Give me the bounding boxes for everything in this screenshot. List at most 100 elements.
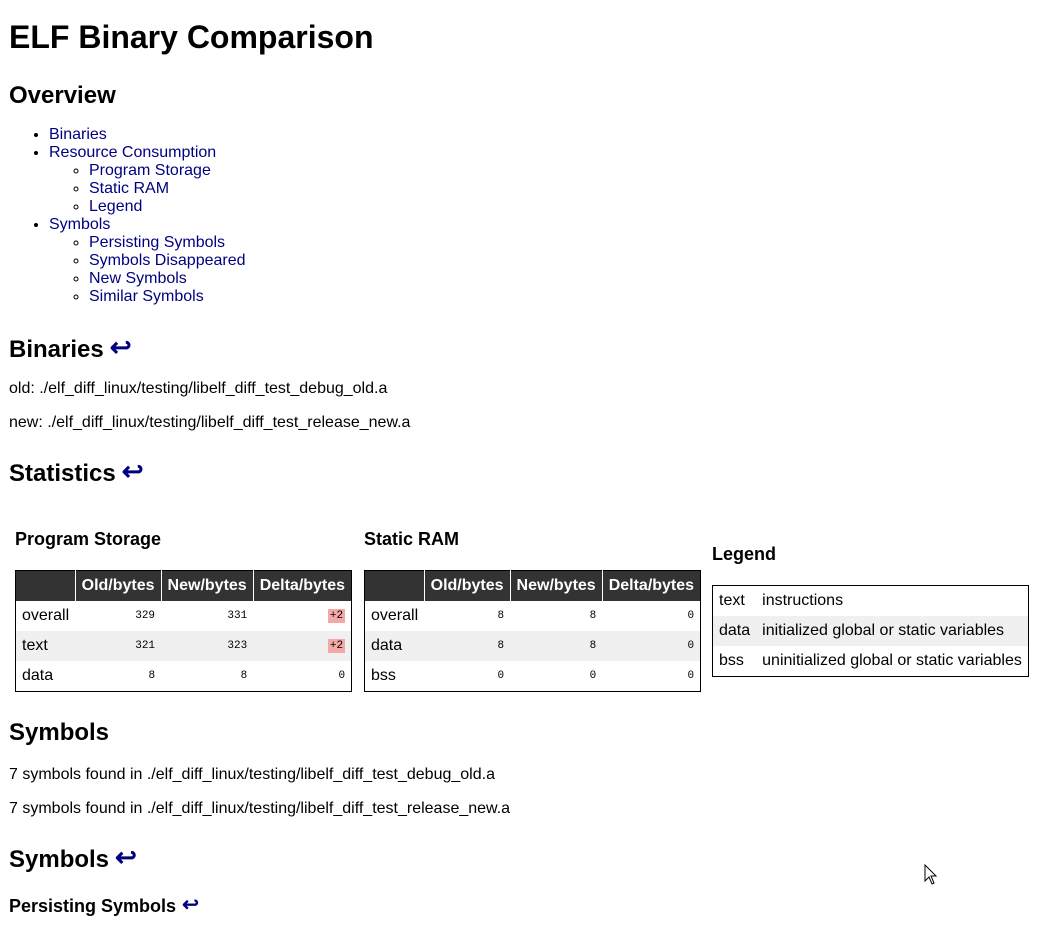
table-row: data 8 8 0	[16, 661, 352, 692]
legend-title: Legend	[712, 544, 777, 564]
column-header: New/bytes	[161, 570, 254, 601]
column-header	[364, 570, 425, 601]
row-label: data	[22, 667, 54, 684]
column-header: Old/bytes	[75, 570, 162, 601]
row-label: overall	[371, 607, 419, 624]
new-bytes-cell: 8	[240, 670, 248, 682]
persisting-symbols-heading: Persisting Symbols ↩	[9, 893, 199, 918]
column-header: Delta/bytes	[253, 570, 352, 601]
symbols-new-count: 7 symbols found in ./elf_diff_linux/test…	[9, 800, 511, 817]
column-header	[15, 570, 76, 601]
old-bytes-cell: 0	[497, 670, 505, 682]
row-label: bss	[371, 667, 396, 684]
delta-bytes-cell: +2	[253, 631, 352, 661]
legend-row: text instructions	[713, 586, 1029, 617]
statistics-heading-text: Statistics	[9, 460, 116, 487]
binary-old-path: old: ./elf_diff_linux/testing/libelf_dif…	[9, 380, 388, 397]
toc-link-persisting-symbols[interactable]: Persisting Symbols	[89, 234, 225, 251]
positive-delta-badge: +2	[327, 609, 346, 623]
overview-heading: Overview	[9, 82, 116, 109]
new-bytes-cell: 0	[589, 670, 597, 682]
old-bytes-cell: 8	[424, 631, 511, 661]
back-to-top-icon[interactable]: ↩	[182, 894, 199, 916]
toc-link-similar-symbols[interactable]: Similar Symbols	[89, 288, 204, 305]
toc-item-static-ram: Static RAM	[89, 180, 246, 198]
toc-item-symbols: Symbols Persisting Symbols Symbols Disap…	[49, 216, 246, 306]
toc-link-static-ram[interactable]: Static RAM	[89, 180, 169, 197]
table-row: data 8 8 0	[364, 631, 701, 661]
legend-description: initialized global or static variables	[756, 616, 1029, 646]
legend-panel: Legend text instructions data initialize…	[712, 544, 1029, 677]
delta-bytes-cell: 0	[338, 670, 346, 682]
positive-delta-badge: +2	[327, 639, 346, 653]
new-bytes-cell: 8	[510, 631, 603, 661]
toc-item-similar-symbols: Similar Symbols	[89, 288, 246, 306]
symbols-summary-heading: Symbols	[9, 719, 110, 746]
toc-link-symbols[interactable]: Symbols	[49, 216, 110, 233]
static-ram-title: Static RAM	[364, 529, 460, 549]
mouse-cursor-icon	[924, 864, 938, 885]
page-title: ELF Binary Comparison	[9, 19, 374, 55]
table-of-contents: Binaries Resource Consumption Program St…	[9, 126, 246, 306]
delta-bytes-cell: +2	[253, 601, 351, 631]
legend-description: uninitialized global or static variables	[762, 652, 1022, 669]
column-header: Old/bytes	[424, 570, 511, 601]
legend-row: data initialized global or static variab…	[712, 616, 1029, 646]
legend-row: bss uninitialized global or static varia…	[713, 646, 1029, 677]
toc-link-new-symbols[interactable]: New Symbols	[89, 270, 187, 287]
delta-bytes-cell: 0	[687, 610, 695, 622]
column-header: Delta/bytes	[602, 570, 701, 601]
delta-bytes-cell: 0	[602, 631, 701, 661]
statistics-heading: Statistics ↩	[9, 456, 144, 488]
legend-table: text instructions data initialized globa…	[712, 585, 1029, 677]
toc-item-symbols-disappeared: Symbols Disappeared	[89, 252, 246, 270]
persisting-symbols-heading-text: Persisting Symbols	[9, 896, 177, 916]
static-ram-table: Old/bytes New/bytes Delta/bytes overall …	[364, 570, 702, 692]
table-header-row: Old/bytes New/bytes Delta/bytes	[15, 570, 352, 601]
toc-item-binaries: Binaries	[49, 126, 246, 144]
row-label: text	[15, 631, 76, 661]
symbols-old-count: 7 symbols found in ./elf_diff_linux/test…	[9, 766, 495, 783]
symbols-heading-text: Symbols	[9, 846, 110, 873]
legend-key: bss	[719, 652, 744, 669]
legend-description: instructions	[762, 592, 844, 609]
table-row: bss 0 0 0	[365, 661, 701, 692]
old-bytes-cell: 8	[148, 670, 156, 682]
row-label: overall	[22, 607, 70, 624]
column-header: New/bytes	[510, 570, 603, 601]
legend-key: data	[712, 616, 757, 646]
back-to-top-icon[interactable]: ↩	[110, 332, 132, 362]
old-bytes-cell: 8	[497, 610, 505, 622]
binary-new-path: new: ./elf_diff_linux/testing/libelf_dif…	[9, 414, 411, 431]
toc-item-resource-consumption: Resource Consumption Program Storage Sta…	[49, 144, 246, 216]
toc-item-persisting-symbols: Persisting Symbols	[89, 234, 246, 252]
table-row: text 321 323 +2	[15, 631, 352, 661]
table-header-row: Old/bytes New/bytes Delta/bytes	[364, 570, 701, 601]
old-bytes-cell: 329	[135, 610, 156, 622]
toc-item-new-symbols: New Symbols	[89, 270, 246, 288]
toc-link-program-storage[interactable]: Program Storage	[89, 162, 211, 179]
binaries-heading: Binaries ↩	[9, 332, 132, 364]
symbols-heading: Symbols ↩	[9, 842, 137, 874]
table-row: overall 8 8 0	[365, 601, 701, 631]
new-bytes-cell: 331	[227, 610, 248, 622]
back-to-top-icon[interactable]: ↩	[122, 456, 144, 486]
toc-link-resource-consumption[interactable]: Resource Consumption	[49, 144, 216, 161]
toc-link-symbols-disappeared[interactable]: Symbols Disappeared	[89, 252, 246, 269]
program-storage-table: Old/bytes New/bytes Delta/bytes overall …	[15, 570, 353, 692]
new-bytes-cell: 323	[161, 631, 254, 661]
toc-item-legend: Legend	[89, 198, 246, 216]
old-bytes-cell: 321	[75, 631, 162, 661]
legend-key: text	[719, 592, 745, 609]
static-ram-panel: Static RAM Old/bytes New/bytes Delta/byt…	[364, 529, 702, 692]
back-to-top-icon[interactable]: ↩	[115, 842, 137, 872]
delta-bytes-cell: 0	[687, 670, 695, 682]
toc-link-legend[interactable]: Legend	[89, 198, 142, 215]
table-row: overall 329 331 +2	[16, 601, 352, 631]
toc-link-binaries[interactable]: Binaries	[49, 126, 107, 143]
program-storage-panel: Program Storage Old/bytes New/bytes Delt…	[15, 529, 353, 692]
new-bytes-cell: 8	[589, 610, 597, 622]
binaries-heading-text: Binaries	[9, 336, 104, 363]
toc-item-program-storage: Program Storage	[89, 162, 246, 180]
row-label: data	[364, 631, 425, 661]
